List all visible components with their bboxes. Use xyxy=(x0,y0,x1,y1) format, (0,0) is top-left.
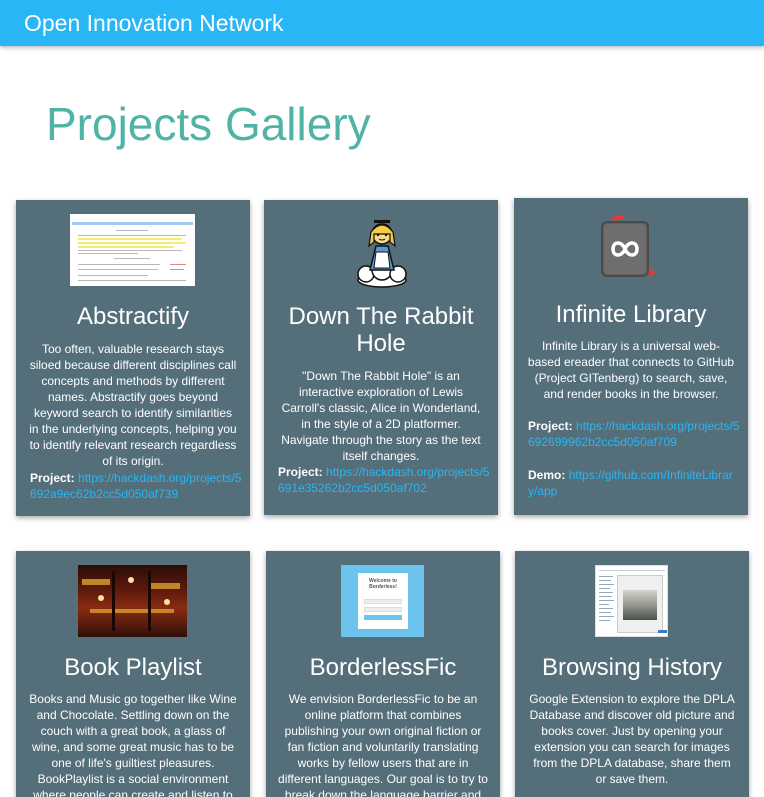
card-title[interactable]: Browsing History xyxy=(523,654,741,681)
top-app-bar: Open Innovation Network xyxy=(0,0,764,46)
project-label: Project: xyxy=(528,419,573,433)
project-card-book-playlist[interactable]: Book Playlist Books and Music go togethe… xyxy=(16,551,250,797)
card-description: Books and Music go together like Wine an… xyxy=(29,692,237,797)
card-title[interactable]: BorderlessFic xyxy=(274,654,492,681)
alice-on-cloud-icon xyxy=(357,220,407,288)
project-label: Project: xyxy=(30,471,75,485)
card-title[interactable]: Book Playlist xyxy=(24,654,242,681)
card-description: We envision BorderlessFic to be an onlin… xyxy=(278,692,488,797)
demo-label: Demo: xyxy=(528,468,566,482)
welcome-screen-thumbnail: Welcome to Borderless! xyxy=(341,565,424,637)
demo-link-row: Demo: https://github.com/InfiniteLibrary… xyxy=(528,467,740,499)
card-title[interactable]: Abstractify xyxy=(24,303,242,330)
library-photo xyxy=(78,565,187,637)
card-description: Google Extension to explore the DPLA Dat… xyxy=(529,692,735,786)
project-label: Project: xyxy=(278,465,323,479)
card-description: Infinite Library is a universal web-base… xyxy=(527,339,735,401)
project-link-row: Project: https://hackdash.org/projects/5… xyxy=(528,418,740,450)
infinity-book-icon xyxy=(601,215,656,277)
project-card-abstractify[interactable]: Abstractify Too often, valuable research… xyxy=(16,200,250,516)
project-link-row: Project: https://hackdash.org/projects/5… xyxy=(278,464,490,496)
project-card-down-the-rabbit-hole[interactable]: Down The Rabbit Hole "Down The Rabbit Ho… xyxy=(264,200,498,515)
card-description: Too often, valuable research stays siloe… xyxy=(29,342,237,468)
welcome-text: Welcome to Borderless! xyxy=(369,578,397,590)
brand-link[interactable]: Open Innovation Network xyxy=(24,9,284,37)
extension-screenshot-thumbnail xyxy=(595,565,668,637)
project-card-borderlessfic[interactable]: Welcome to Borderless! BorderlessFic We … xyxy=(266,551,500,797)
project-card-browsing-history[interactable]: Browsing History Google Extension to exp… xyxy=(515,551,749,797)
document-screenshot-thumbnail xyxy=(70,214,195,286)
project-card-infinite-library[interactable]: Infinite Library Infinite Library is a u… xyxy=(514,198,748,515)
card-title[interactable]: Down The Rabbit Hole xyxy=(272,303,490,357)
page-title: Projects Gallery xyxy=(46,98,371,150)
card-description: "Down The Rabbit Hole" is an interactive… xyxy=(281,369,481,463)
project-link-row: Project: https://hackdash.org/projects/5… xyxy=(30,470,242,502)
card-title[interactable]: Infinite Library xyxy=(522,301,740,328)
